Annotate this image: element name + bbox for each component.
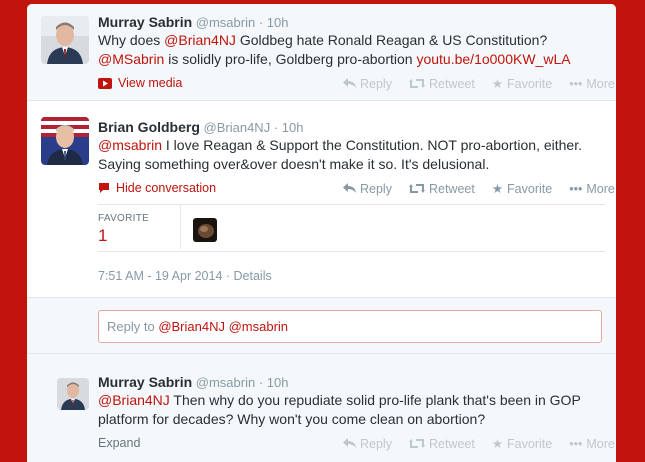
details-link[interactable]: Details xyxy=(234,269,272,283)
reply-area: Reply to @Brian4NJ @msabrin xyxy=(27,298,616,354)
text-segment: I love Reagan & Support the Constitution… xyxy=(162,137,582,153)
favorite-stat-count[interactable]: 1 xyxy=(98,226,107,246)
retweet-button[interactable]: Retweet xyxy=(408,181,475,196)
text-segment: platform for decades? Why won't you come… xyxy=(98,411,486,427)
avatar-murray-sabrin[interactable] xyxy=(57,378,89,410)
author-handle[interactable]: @msabrin xyxy=(196,15,255,30)
tweet-actions: Reply Retweet ★ Favorite ••• More xyxy=(343,76,616,91)
avatar-image xyxy=(41,117,89,165)
more-button[interactable]: ••• More xyxy=(569,181,615,196)
text-segment: Goldbeg hate Ronald Reagan & US Constitu… xyxy=(235,32,548,48)
favorite-button[interactable]: ★ Favorite xyxy=(491,436,553,452)
tweet-murray-2[interactable]: Murray Sabrin @msabrin · 10h @Brian4NJ T… xyxy=(27,354,616,462)
mention-link[interactable]: @msabrin xyxy=(98,137,162,153)
reply-prefix: Reply to xyxy=(107,319,159,334)
tweet-actions: Reply Retweet ★ Favorite ••• More xyxy=(343,436,616,451)
retweet-button[interactable]: Retweet xyxy=(408,76,475,91)
favorite-label: Favorite xyxy=(507,181,553,196)
reply-label: Reply xyxy=(360,76,392,91)
conversation-icon xyxy=(99,183,109,193)
avatar-murray-sabrin[interactable] xyxy=(41,16,89,64)
divider xyxy=(98,251,605,252)
more-dots-icon: ••• xyxy=(569,181,583,196)
text-segment: Why does xyxy=(98,32,165,48)
more-button[interactable]: ••• More xyxy=(569,436,615,451)
view-media-button[interactable]: View media xyxy=(98,76,182,90)
tweet-time[interactable]: 10h xyxy=(267,15,289,30)
hide-conversation-label: Hide conversation xyxy=(116,181,217,195)
reply-label: Reply xyxy=(360,436,392,451)
text-segment: Then why do you repudiate solid pro-life… xyxy=(169,392,581,408)
avatar-brian-goldberg[interactable] xyxy=(41,117,89,165)
favorite-button[interactable]: ★ Favorite xyxy=(491,76,553,92)
tweet-timestamp[interactable]: 7:51 AM - 19 Apr 2014 xyxy=(98,269,222,283)
avatar-image xyxy=(57,378,89,410)
reply-mentions: @Brian4NJ @msabrin xyxy=(158,319,289,334)
avatar-image xyxy=(41,16,89,64)
more-button[interactable]: ••• More xyxy=(569,76,615,91)
favorite-stat-label: FAVORITE xyxy=(98,213,150,224)
mention-link[interactable]: @Brian4NJ xyxy=(164,32,236,48)
hide-conversation-button[interactable]: Hide conversation xyxy=(98,181,216,195)
star-icon: ★ xyxy=(491,437,504,451)
mention-link[interactable]: @MSabrin xyxy=(98,51,164,67)
tweet-timestamp-row: 7:51 AM - 19 Apr 2014 · Details xyxy=(98,269,272,283)
tweet-text: @Brian4NJ Then why do you repudiate soli… xyxy=(98,391,608,429)
tweet-text: Why does @Brian4NJ Goldbeg hate Ronald R… xyxy=(98,31,588,69)
more-label: More xyxy=(586,181,615,196)
tweet-time[interactable]: 10h xyxy=(267,375,289,390)
separator-dot: · xyxy=(273,120,279,135)
avatar-image xyxy=(193,218,217,242)
favorite-label: Favorite xyxy=(507,436,553,451)
url-link[interactable]: youtu.be/1o000KW_wLA xyxy=(416,51,570,67)
separator-dot: · xyxy=(225,269,231,283)
more-dots-icon: ••• xyxy=(569,436,583,451)
retweet-icon xyxy=(408,439,425,448)
retweet-label: Retweet xyxy=(428,436,475,451)
author-name[interactable]: Murray Sabrin xyxy=(98,14,192,30)
divider xyxy=(98,204,605,205)
separator-dot: · xyxy=(258,15,264,30)
author-name[interactable]: Murray Sabrin xyxy=(98,374,192,390)
author-handle[interactable]: @Brian4NJ xyxy=(204,120,271,135)
more-dots-icon: ••• xyxy=(569,76,583,91)
tweet-brian-expanded[interactable]: Brian Goldberg @Brian4NJ · 10h @msabrin … xyxy=(27,101,616,298)
reply-icon xyxy=(343,183,356,193)
star-icon: ★ xyxy=(491,182,504,196)
more-label: More xyxy=(586,76,615,91)
text-segment: Saying something over&over doesn't make … xyxy=(98,156,490,172)
expand-button[interactable]: Expand xyxy=(98,436,140,450)
tweet-murray-1[interactable]: Murray Sabrin @msabrin · 10h Why does @B… xyxy=(27,4,616,101)
reply-button[interactable]: Reply xyxy=(343,436,392,451)
favorite-button[interactable]: ★ Favorite xyxy=(491,181,553,197)
reply-button[interactable]: Reply xyxy=(343,181,392,196)
view-media-label: View media xyxy=(118,76,183,90)
tweet-actions: Reply Retweet ★ Favorite ••• More xyxy=(343,181,616,196)
retweet-icon xyxy=(408,79,425,88)
author-handle[interactable]: @msabrin xyxy=(196,375,255,390)
mention-link[interactable]: @Brian4NJ xyxy=(98,392,170,408)
timeline-panel: Murray Sabrin @msabrin · 10h Why does @B… xyxy=(27,4,616,462)
favoriter-avatar[interactable] xyxy=(193,218,217,242)
reply-input[interactable]: Reply to @Brian4NJ @msabrin xyxy=(98,310,602,343)
retweet-label: Retweet xyxy=(428,181,475,196)
text-segment: is solidly pro-life, Goldberg pro-aborti… xyxy=(164,51,417,67)
tweet-time[interactable]: 10h xyxy=(282,120,304,135)
tweet-text: @msabrin I love Reagan & Support the Con… xyxy=(98,136,608,174)
retweet-icon xyxy=(408,184,425,193)
star-icon: ★ xyxy=(491,77,504,91)
retweet-button[interactable]: Retweet xyxy=(408,436,475,451)
author-name[interactable]: Brian Goldberg xyxy=(98,119,200,135)
reply-icon xyxy=(343,438,356,448)
video-icon xyxy=(98,77,112,89)
retweet-label: Retweet xyxy=(428,76,475,91)
reply-button[interactable]: Reply xyxy=(343,76,392,91)
separator-dot: · xyxy=(258,375,264,390)
divider xyxy=(180,205,181,249)
more-label: More xyxy=(586,436,615,451)
reply-icon xyxy=(343,78,356,88)
reply-label: Reply xyxy=(360,181,392,196)
favorite-label: Favorite xyxy=(507,76,553,91)
